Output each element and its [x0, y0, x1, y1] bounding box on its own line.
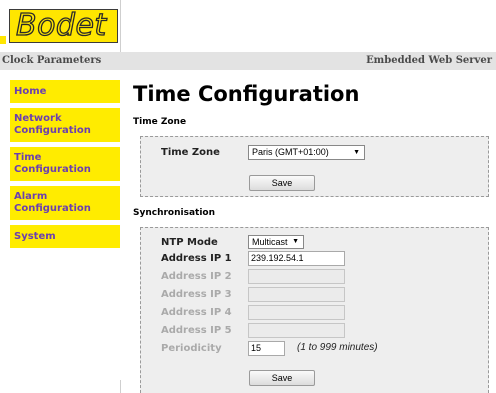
- address-ip1-label: Address IP 1: [161, 253, 232, 264]
- address-ip1-input[interactable]: 239.192.54.1: [248, 251, 345, 266]
- synchronisation-heading: Synchronisation: [133, 208, 216, 218]
- logo-text: Bodet: [15, 7, 107, 43]
- address-ip5-input[interactable]: [248, 323, 345, 338]
- header-divider: [120, 0, 121, 52]
- bodet-logo: Bodet: [9, 7, 118, 44]
- page-title: Time Configuration: [133, 82, 360, 106]
- address-ip4-input[interactable]: [248, 305, 345, 320]
- sidebar-nav: Home Network Configuration Time Configur…: [10, 80, 120, 253]
- sidebar-item-alarm-configuration[interactable]: Alarm Configuration: [10, 186, 120, 220]
- address-ip3-label: Address IP 3: [161, 289, 232, 300]
- header-bar: Clock Parameters Embedded Web Server: [0, 52, 496, 70]
- address-ip2-label: Address IP 2: [161, 271, 232, 282]
- dropdown-arrow-icon: ▼: [353, 149, 360, 156]
- ntp-mode-label: NTP Mode: [161, 237, 218, 248]
- address-ip3-input[interactable]: [248, 287, 345, 302]
- time-zone-panel: Time Zone Paris (GMT+01:00) ▼ Save: [140, 136, 489, 197]
- header-right-title: Embedded Web Server: [366, 55, 492, 66]
- dropdown-arrow-icon: ▼: [292, 238, 299, 245]
- address-ip4-label: Address IP 4: [161, 307, 232, 318]
- periodicity-hint: (1 to 999 minutes): [297, 342, 378, 353]
- periodicity-label: Periodicity: [161, 343, 222, 354]
- ntp-mode-select[interactable]: Multicast ▼: [248, 235, 304, 249]
- header-left-title: Clock Parameters: [2, 55, 102, 66]
- sidebar-item-system[interactable]: System: [10, 225, 120, 248]
- logo-accent: [0, 36, 6, 44]
- synchronisation-save-button[interactable]: Save: [249, 370, 315, 386]
- periodicity-input[interactable]: 15: [248, 341, 285, 356]
- time-zone-heading: Time Zone: [133, 117, 187, 127]
- synchronisation-panel: NTP Mode Multicast ▼ Address IP 1 239.19…: [140, 227, 489, 393]
- sidebar-item-time-configuration[interactable]: Time Configuration: [10, 147, 120, 181]
- sidebar-item-home[interactable]: Home: [10, 80, 120, 103]
- ntp-mode-selected-value: Multicast: [252, 237, 288, 247]
- address-ip5-label: Address IP 5: [161, 325, 232, 336]
- bottom-divider: [120, 380, 121, 393]
- time-zone-save-button[interactable]: Save: [249, 175, 315, 191]
- sidebar-item-network-configuration[interactable]: Network Configuration: [10, 108, 120, 142]
- address-ip2-input[interactable]: [248, 269, 345, 284]
- time-zone-label: Time Zone: [161, 147, 220, 158]
- time-zone-select[interactable]: Paris (GMT+01:00) ▼: [248, 145, 365, 160]
- time-zone-selected-value: Paris (GMT+01:00): [252, 147, 329, 157]
